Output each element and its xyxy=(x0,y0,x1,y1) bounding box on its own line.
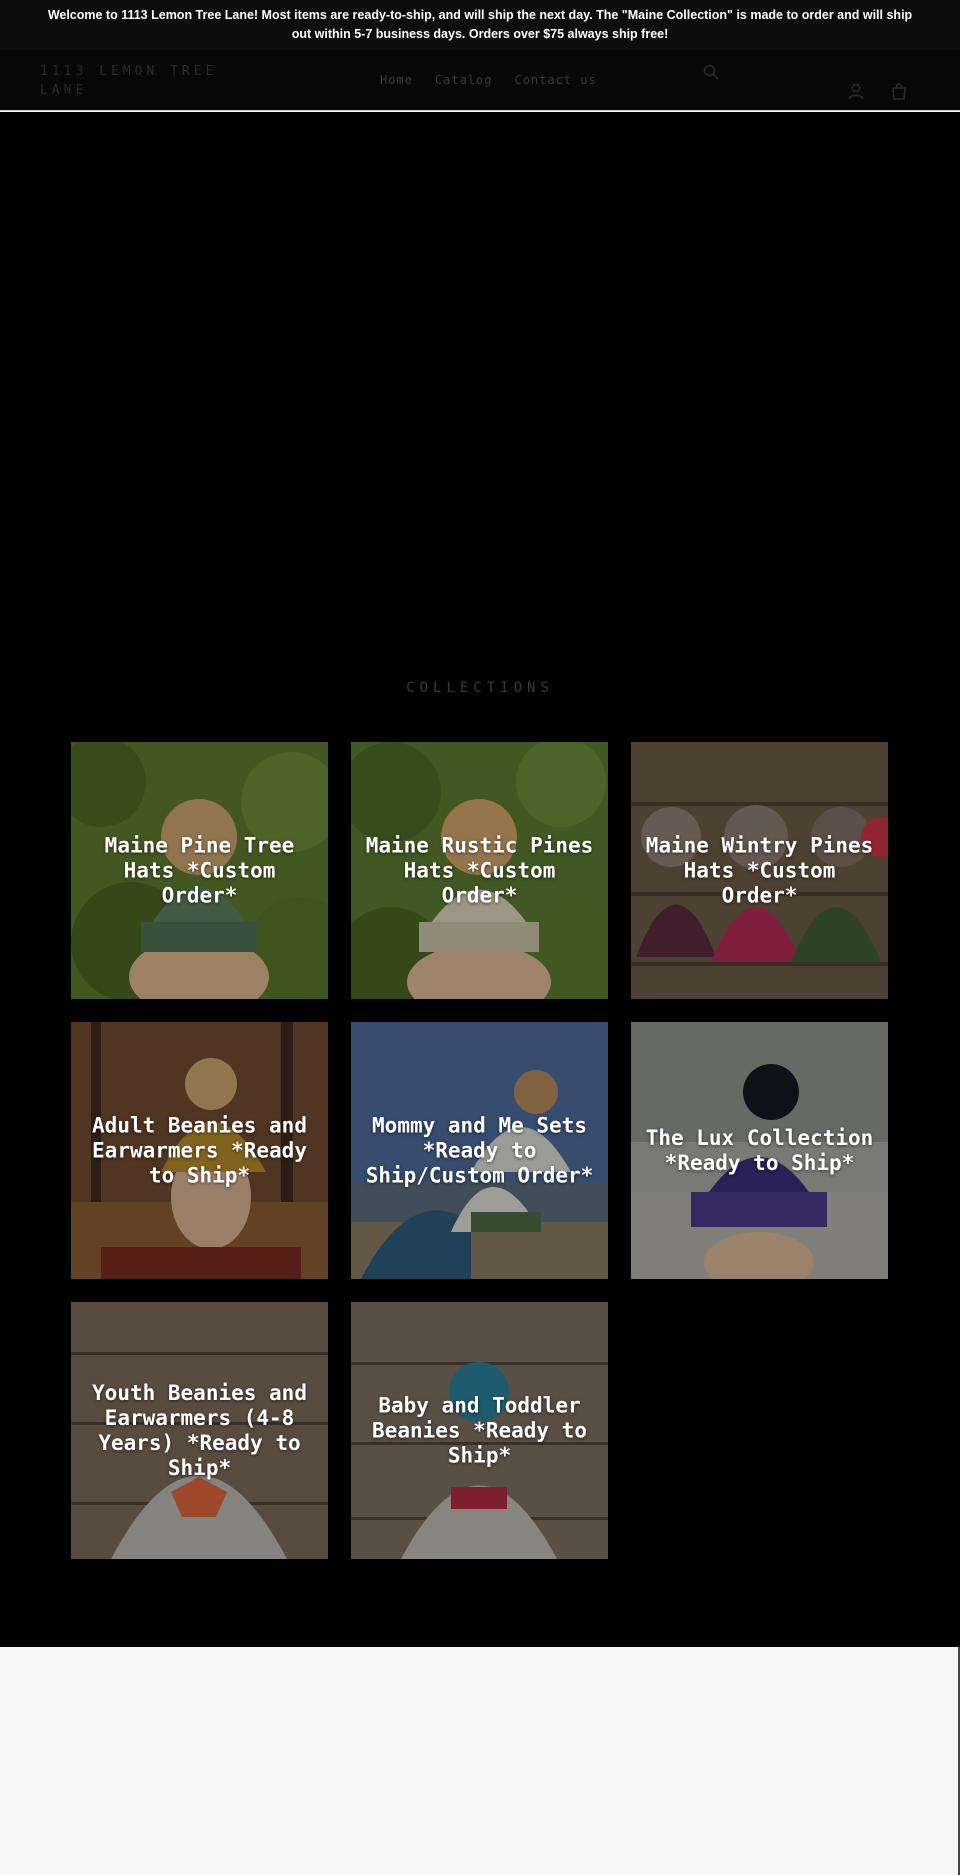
announcement-bar: Welcome to 1113 Lemon Tree Lane! Most it… xyxy=(0,0,960,50)
nav-home[interactable]: Home xyxy=(380,73,413,87)
footer-area xyxy=(0,1647,958,1875)
collection-title: Maine Pine Tree Hats *Custom Order* xyxy=(104,833,295,907)
collection-title: Adult Beanies and Earwarmers *Ready to S… xyxy=(92,1113,307,1187)
collection-title: Mommy and Me Sets *Ready to Ship/Custom … xyxy=(365,1113,594,1187)
site-logo[interactable]: 1113 LEMON TREE LANE xyxy=(40,62,220,100)
collection-tile[interactable]: Mommy and Me Sets *Ready to Ship/Custom … xyxy=(351,1022,608,1279)
main-nav: Home Catalog Contact us xyxy=(380,73,597,87)
search-icon[interactable] xyxy=(702,63,720,81)
collection-title: Baby and Toddler Beanies *Ready to Ship* xyxy=(372,1393,587,1467)
nav-catalog[interactable]: Catalog xyxy=(435,73,493,87)
collection-title: The Lux Collection *Ready to Ship* xyxy=(645,1125,874,1175)
main-content: COLLECTIONS Maine Pine Tree Hats *Custom… xyxy=(0,112,960,1647)
collection-tile[interactable]: Youth Beanies and Earwarmers (4-8 Years)… xyxy=(71,1302,328,1559)
nav-contact[interactable]: Contact us xyxy=(514,73,596,87)
announcement-text: Welcome to 1113 Lemon Tree Lane! Most it… xyxy=(47,8,913,41)
collection-tile[interactable]: Maine Wintry Pines Hats *Custom Order* xyxy=(631,742,888,999)
collections-heading: COLLECTIONS xyxy=(406,680,554,696)
account-icon[interactable] xyxy=(847,82,865,100)
collection-tile[interactable]: Maine Rustic Pines Hats *Custom Order* xyxy=(351,742,608,999)
cart-icon[interactable] xyxy=(890,82,908,100)
site-header: 1113 LEMON TREE LANE Home Catalog Contac… xyxy=(0,50,960,111)
collection-tile[interactable]: Adult Beanies and Earwarmers *Ready to S… xyxy=(71,1022,328,1279)
collection-title: Maine Rustic Pines Hats *Custom Order* xyxy=(365,833,594,907)
collection-title: Youth Beanies and Earwarmers (4-8 Years)… xyxy=(92,1380,307,1480)
collection-tile[interactable]: Baby and Toddler Beanies *Ready to Ship* xyxy=(351,1302,608,1559)
collection-tile[interactable]: Maine Pine Tree Hats *Custom Order* xyxy=(71,742,328,999)
collection-title: Maine Wintry Pines Hats *Custom Order* xyxy=(645,833,874,907)
collection-tile[interactable]: The Lux Collection *Ready to Ship* xyxy=(631,1022,888,1279)
